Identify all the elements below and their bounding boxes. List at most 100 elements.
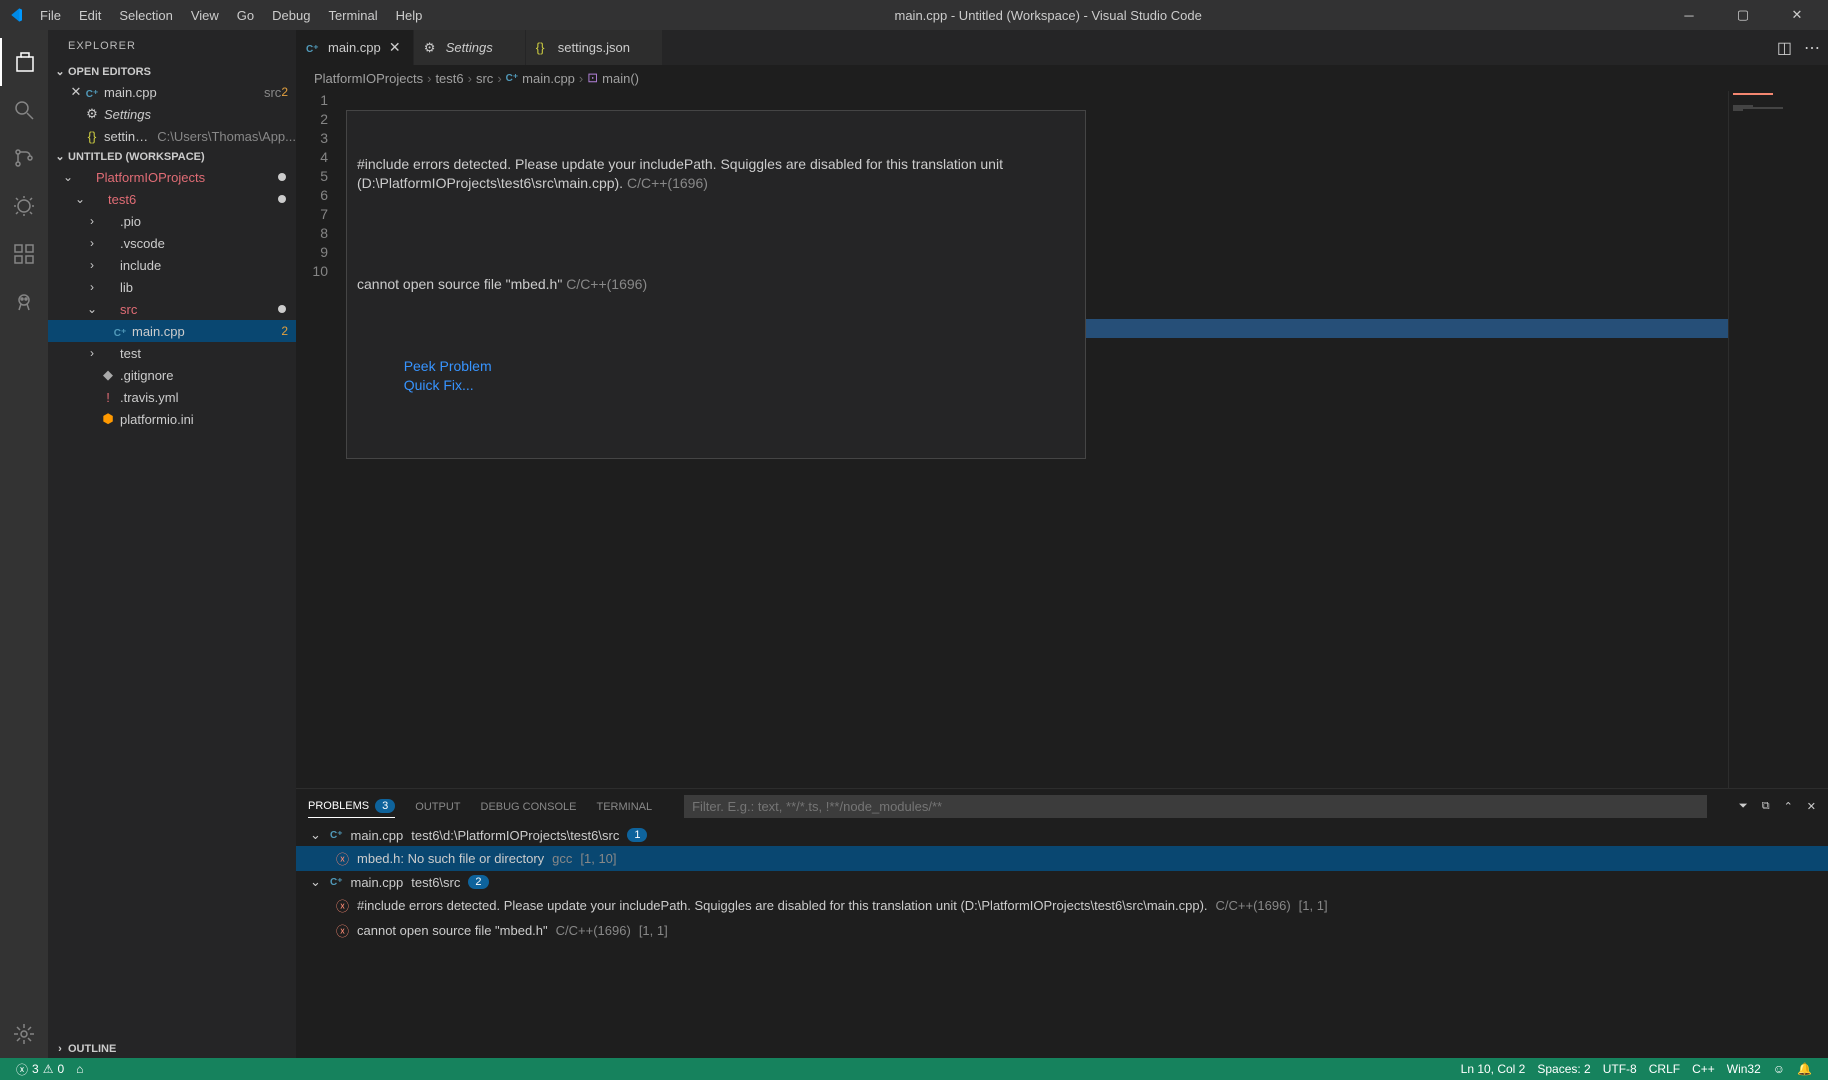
activity-settings[interactable]	[0, 1010, 48, 1058]
panel-close-icon[interactable]: ✕	[1807, 800, 1816, 813]
problems-filter-input[interactable]	[684, 795, 1707, 818]
tree-item[interactable]: ⌄PlatformIOProjects	[48, 166, 296, 188]
bottom-panel: PROBLEMS 3 OUTPUT DEBUG CONSOLE TERMINAL ⏷ …	[296, 788, 1828, 1058]
open-editors-list: ✕C⁺main.cppsrc2⚙Settings{}settings.jsonC…	[48, 81, 296, 147]
activity-scm[interactable]	[0, 134, 48, 182]
hover-message-2: cannot open source file "mbed.h" C/C++(1…	[357, 275, 1075, 294]
status-item[interactable]: Win32	[1721, 1062, 1767, 1076]
open-editor-item[interactable]: ⚙Settings	[48, 103, 296, 125]
tree-item[interactable]: ⌄test6	[48, 188, 296, 210]
menu-go[interactable]: Go	[229, 4, 262, 27]
tree-item[interactable]: ›test	[48, 342, 296, 364]
panel-tab-terminal[interactable]: TERMINAL	[596, 797, 652, 817]
filter-icon[interactable]: ⏷	[1739, 800, 1748, 813]
tree-item[interactable]: ⬢platformio.ini	[48, 408, 296, 430]
maximize-button[interactable]: ▢	[1720, 0, 1766, 30]
quick-fix-link[interactable]: Quick Fix...	[404, 377, 474, 393]
breadcrumb-item[interactable]: PlatformIOProjects	[314, 71, 423, 86]
breadcrumb-item[interactable]: test6	[435, 71, 463, 86]
activity-platformio[interactable]	[0, 278, 48, 326]
tree-item[interactable]: ›lib	[48, 276, 296, 298]
status-item[interactable]: UTF-8	[1597, 1062, 1643, 1076]
panel-tab-output[interactable]: OUTPUT	[415, 797, 460, 817]
status-home-icon[interactable]: ⌂	[70, 1062, 89, 1076]
collapse-all-icon[interactable]: ⧉	[1762, 800, 1770, 813]
editor-body[interactable]: 12345678910 #include <mbed.h> #include e…	[296, 91, 1828, 788]
panel-tab-debug-console[interactable]: DEBUG CONSOLE	[481, 797, 577, 817]
tree-item[interactable]: ◆.gitignore	[48, 364, 296, 386]
menu-terminal[interactable]: Terminal	[320, 4, 385, 27]
breadcrumb-item[interactable]: ⊡ main()	[587, 70, 639, 86]
workspace-label: UNTITLED (WORKSPACE)	[68, 151, 205, 163]
editor-tab[interactable]: C⁺main.cpp✕	[296, 30, 414, 65]
menu-view[interactable]: View	[183, 4, 227, 27]
problem-item[interactable]: ⓧcannot open source file "mbed.h" C/C++(…	[296, 918, 1828, 943]
hover-actions: Peek Problem Quick Fix...	[357, 338, 1075, 414]
status-item[interactable]: Ln 10, Col 2	[1455, 1062, 1532, 1076]
menu-file[interactable]: File	[32, 4, 69, 27]
problem-item[interactable]: ⓧmbed.h: No such file or directory gcc […	[296, 846, 1828, 871]
error-hover-popup: #include errors detected. Please update …	[346, 110, 1086, 459]
hover-message-1: #include errors detected. Please update …	[357, 155, 1075, 193]
close-window-button[interactable]: ✕	[1774, 0, 1820, 30]
menu-selection[interactable]: Selection	[111, 4, 180, 27]
status-item[interactable]: C++	[1686, 1062, 1721, 1076]
editor-tab[interactable]: {}settings.json	[526, 30, 663, 65]
status-errors[interactable]: ⓧ 3 ⚠ 0	[10, 1061, 70, 1078]
workspace-header[interactable]: ⌄UNTITLED (WORKSPACE)	[48, 147, 296, 166]
editor-tab[interactable]: ⚙Settings	[414, 30, 526, 65]
tree-item[interactable]: ›include	[48, 254, 296, 276]
breadcrumb-item[interactable]: C⁺ main.cpp	[506, 71, 575, 86]
activity-bar	[0, 30, 48, 1058]
status-bell-icon[interactable]: 🔔	[1791, 1062, 1818, 1076]
tree-item[interactable]: C⁺main.cpp2	[48, 320, 296, 342]
open-editor-item[interactable]: {}settings.jsonC:\Users\Thomas\App...	[48, 125, 296, 147]
tree-item[interactable]: !.travis.yml	[48, 386, 296, 408]
status-bar: ⓧ 3 ⚠ 0 ⌂ Ln 10, Col 2Spaces: 2UTF-8CRLF…	[0, 1058, 1828, 1080]
status-item[interactable]: Spaces: 2	[1531, 1062, 1596, 1076]
window-controls: ─ ▢ ✕	[1666, 0, 1820, 30]
activity-search[interactable]	[0, 86, 48, 134]
explorer-sidebar: Explorer ⌄OPEN EDITORS ✕C⁺main.cppsrc2⚙S…	[48, 30, 296, 1058]
outline-label: OUTLINE	[68, 1043, 116, 1055]
outline-header[interactable]: ›OUTLINE	[48, 1040, 296, 1058]
tree-item[interactable]: ›.vscode	[48, 232, 296, 254]
minimize-button[interactable]: ─	[1666, 0, 1712, 30]
vscode-logo-icon	[8, 7, 24, 23]
menu-edit[interactable]: Edit	[71, 4, 109, 27]
code-area[interactable]: #include <mbed.h> #include errors detect…	[346, 91, 1828, 788]
status-item[interactable]: CRLF	[1643, 1062, 1686, 1076]
tree-item[interactable]: ›.pio	[48, 210, 296, 232]
menu-debug[interactable]: Debug	[264, 4, 318, 27]
more-actions-icon[interactable]: ⋯	[1804, 38, 1820, 58]
panel-maximize-icon[interactable]: ⌃	[1784, 800, 1793, 813]
open-editor-item[interactable]: ✕C⁺main.cppsrc2	[48, 81, 296, 103]
problem-item[interactable]: ⓧ#include errors detected. Please update…	[296, 893, 1828, 918]
problem-group[interactable]: ⌄C⁺ main.cpp test6\d:\PlatformIOProjects…	[296, 824, 1828, 846]
menu-help[interactable]: Help	[388, 4, 431, 27]
activity-explorer[interactable]	[0, 38, 48, 86]
open-editors-header[interactable]: ⌄OPEN EDITORS	[48, 62, 296, 81]
breadcrumb-item[interactable]: src	[476, 71, 493, 86]
breadcrumb[interactable]: PlatformIOProjects›test6›src›C⁺ main.cpp…	[296, 65, 1828, 91]
problem-group[interactable]: ⌄C⁺ main.cpp test6\src 2	[296, 871, 1828, 893]
panel-actions: ⏷ ⧉ ⌃ ✕	[1739, 800, 1816, 813]
split-editor-icon[interactable]: ◫	[1777, 38, 1792, 58]
panel-tab-problems[interactable]: PROBLEMS 3	[308, 795, 395, 818]
open-editors-label: OPEN EDITORS	[68, 66, 151, 78]
titlebar: FileEditSelectionViewGoDebugTerminalHelp…	[0, 0, 1828, 30]
tree-item[interactable]: ⌄src	[48, 298, 296, 320]
problems-list: ⌄C⁺ main.cpp test6\d:\PlatformIOProjects…	[296, 824, 1828, 1058]
peek-problem-link[interactable]: Peek Problem	[404, 358, 492, 374]
editor-area: C⁺main.cpp✕⚙Settings{}settings.json ◫ ⋯ …	[296, 30, 1828, 1058]
status-feedback-icon[interactable]: ☺	[1767, 1062, 1791, 1076]
sidebar-title: Explorer	[48, 30, 296, 62]
activity-extensions[interactable]	[0, 230, 48, 278]
tab-close-icon[interactable]: ✕	[387, 40, 403, 56]
panel-tabs: PROBLEMS 3 OUTPUT DEBUG CONSOLE TERMINAL ⏷ …	[296, 789, 1828, 824]
window-title: main.cpp - Untitled (Workspace) - Visual…	[430, 8, 1666, 23]
minimap[interactable]	[1728, 91, 1828, 788]
activity-debug[interactable]	[0, 182, 48, 230]
problems-filter	[684, 795, 1707, 818]
editor-tabs: C⁺main.cpp✕⚙Settings{}settings.json ◫ ⋯	[296, 30, 1828, 65]
